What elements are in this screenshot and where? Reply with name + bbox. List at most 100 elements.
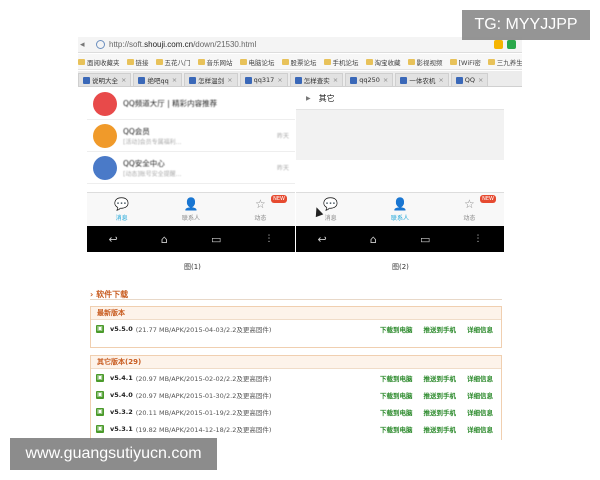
back-key-icon[interactable]: ↩ <box>318 233 327 246</box>
browser-tab[interactable]: 怎样查实 × <box>289 73 344 86</box>
bookmark-item[interactable]: 五花八门 <box>155 57 191 67</box>
details-link[interactable]: 详细信息 <box>467 324 493 334</box>
other-versions-box: 其它版本(29) ▣ v5.4.1 (20.97 MB/APK/2015-02-02… <box>90 355 502 440</box>
tab-label: QQ <box>464 76 476 84</box>
details-link[interactable]: 详细信息 <box>467 390 493 400</box>
download-to-pc-link[interactable]: 下载到电脑 <box>380 424 413 434</box>
recent-key-icon[interactable]: ▭ <box>420 233 430 246</box>
bottom-tab-contacts[interactable]: 👤 联系人 <box>365 193 434 226</box>
bookmark-label: 股票论坛 <box>290 58 317 67</box>
chat-list-item[interactable]: QQ会员 [活动]会员专属福利... 昨天 <box>87 120 295 152</box>
latest-version-heading: 最新版本 <box>91 307 501 320</box>
close-icon[interactable]: × <box>438 76 443 84</box>
folder-icon <box>126 58 134 65</box>
version-meta: (20.97 MB/APK/2015-02-02/2.2及更高固件) <box>135 374 272 383</box>
android-icon: ▣ <box>96 424 104 433</box>
home-key-icon[interactable]: ⌂ <box>161 233 168 246</box>
push-to-phone-link[interactable]: 推送到手机 <box>424 407 457 417</box>
page-icon <box>189 76 197 84</box>
back-arrow-icon[interactable]: ◂ <box>80 40 90 50</box>
details-link[interactable]: 详细信息 <box>467 424 493 434</box>
bookmark-label: 面阅收藏夹 <box>87 58 120 67</box>
menu-dots-icon[interactable]: ⋮ <box>264 234 273 244</box>
version-actions: 下载到电脑 推送到手机 详细信息 <box>380 324 493 334</box>
details-link[interactable]: 详细信息 <box>467 407 493 417</box>
bottom-tab-label: 消息 <box>115 214 128 222</box>
menu-dots-icon[interactable]: ⋮ <box>473 234 482 244</box>
bookmark-label: 手机论坛 <box>332 58 359 67</box>
bookmark-item[interactable]: 淘宝收藏 <box>365 57 401 67</box>
bookmark-item[interactable]: [WiFi密 <box>449 57 481 67</box>
bookmark-label: 音乐网站 <box>206 58 233 67</box>
chat-list-item[interactable]: QQ安全中心 [动态]账号安全提醒... 昨天 <box>87 152 295 184</box>
other-section-row[interactable]: ▶ 其它 <box>296 88 504 110</box>
chat-list-item[interactable]: QQ频道大厅 | 精彩内容推荐 <box>87 88 295 120</box>
bottom-tab-label: 消息 <box>324 214 337 222</box>
caret-right-icon: ▶ <box>306 95 311 102</box>
chat-preview: [动态]账号安全提醒... <box>123 170 182 178</box>
divider <box>90 299 502 300</box>
browser-window: ◂ http://soft.shouji.com.cn/down/21530.h… <box>78 37 522 440</box>
bottom-tab-feed[interactable]: ☆ 动态 NEW <box>226 193 295 226</box>
address-bar[interactable]: ◂ http://soft.shouji.com.cn/down/21530.h… <box>78 37 522 53</box>
close-icon[interactable]: × <box>383 76 388 84</box>
bookmark-item[interactable]: 音乐网站 <box>197 57 233 67</box>
bottom-tab-contacts[interactable]: 👤 联系人 <box>156 193 225 226</box>
shield-icon[interactable] <box>507 40 516 49</box>
close-icon[interactable]: × <box>333 76 338 84</box>
back-key-icon[interactable]: ↩ <box>109 233 118 246</box>
download-to-pc-link[interactable]: 下载到电脑 <box>380 407 413 417</box>
details-link[interactable]: 详细信息 <box>467 373 493 383</box>
version-row: ▣ v5.3.1 (19.82 MB/APK/2014-12-18/2.2及更高固件… <box>91 420 501 437</box>
bottom-tab-messages[interactable]: 💬 消息 <box>296 193 365 226</box>
version-number: v5.5.0 <box>110 324 133 333</box>
version-meta: (19.82 MB/APK/2014-12-18/2.2及更高固件) <box>135 425 272 434</box>
close-icon[interactable]: × <box>277 76 282 84</box>
bookmark-item[interactable]: 三九养生 <box>487 57 522 67</box>
tab-label: 绝吧qq <box>147 77 169 85</box>
other-section-label: 其它 <box>318 94 335 103</box>
bookmark-label: 影视视频 <box>416 58 443 67</box>
bookmark-item[interactable]: 影视视频 <box>407 57 443 67</box>
browser-tab[interactable]: 怎样温剑 × <box>184 73 238 86</box>
browser-tab[interactable]: QQ × <box>450 73 489 86</box>
folder-icon <box>365 58 373 65</box>
download-to-pc-link[interactable]: 下载到电脑 <box>380 324 413 334</box>
globe-icon <box>96 40 105 49</box>
push-to-phone-link[interactable]: 推送到手机 <box>424 390 457 400</box>
url-text[interactable]: http://soft.shouji.com.cn/down/21530.htm… <box>109 40 256 49</box>
version-meta: (20.97 MB/APK/2015-01-30/2.2及更高固件) <box>135 391 272 400</box>
bottom-tab-messages[interactable]: 💬 消息 <box>87 193 156 226</box>
version-row: ▣ v5.3.2 (20.11 MB/APK/2015-01-19/2.2及更高固件… <box>91 403 501 420</box>
bottom-tab-label: 联系人 <box>181 214 200 222</box>
push-to-phone-link[interactable]: 推送到手机 <box>424 373 457 383</box>
tab-strip: 说明大全 × 绝吧qq × 怎样温剑 × qq317 × 怎样查实 × qq250 × 一体农机 × QQ × <box>78 71 522 87</box>
close-icon[interactable]: × <box>121 76 126 84</box>
browser-tab[interactable]: 绝吧qq × <box>133 73 183 86</box>
bookmark-label: 电脑论坛 <box>248 58 275 67</box>
browser-tab[interactable]: 一体农机 × <box>395 73 449 86</box>
download-to-pc-link[interactable]: 下载到电脑 <box>380 390 413 400</box>
bookmark-item[interactable]: 面阅收藏夹 <box>78 57 120 67</box>
bookmark-item[interactable]: 链接 <box>126 57 149 67</box>
push-to-phone-link[interactable]: 推送到手机 <box>424 324 457 334</box>
push-to-phone-link[interactable]: 推送到手机 <box>424 424 457 434</box>
browser-tab[interactable]: qq250 × <box>345 73 394 86</box>
bottom-tab-feed[interactable]: ☆ 动态 NEW <box>435 193 504 226</box>
bookmark-item[interactable]: 电脑论坛 <box>239 57 275 67</box>
version-number: v5.3.2 <box>110 407 133 416</box>
version-actions: 下载到电脑 推送到手机 详细信息 <box>380 390 493 400</box>
browser-tab[interactable]: qq317 × <box>239 73 288 86</box>
browser-tab[interactable]: 说明大全 × <box>78 73 132 86</box>
home-key-icon[interactable]: ⌂ <box>370 233 377 246</box>
recent-key-icon[interactable]: ▭ <box>211 233 221 246</box>
star-icon: ☆ <box>254 196 266 211</box>
page-icon <box>138 76 146 84</box>
close-icon[interactable]: × <box>227 76 232 84</box>
close-icon[interactable]: × <box>172 76 177 84</box>
download-to-pc-link[interactable]: 下载到电脑 <box>380 373 413 383</box>
bookmark-item[interactable]: 手机论坛 <box>323 57 359 67</box>
bookmark-item[interactable]: 股票论坛 <box>281 57 317 67</box>
lightning-icon[interactable] <box>494 40 503 49</box>
close-icon[interactable]: × <box>478 76 483 84</box>
